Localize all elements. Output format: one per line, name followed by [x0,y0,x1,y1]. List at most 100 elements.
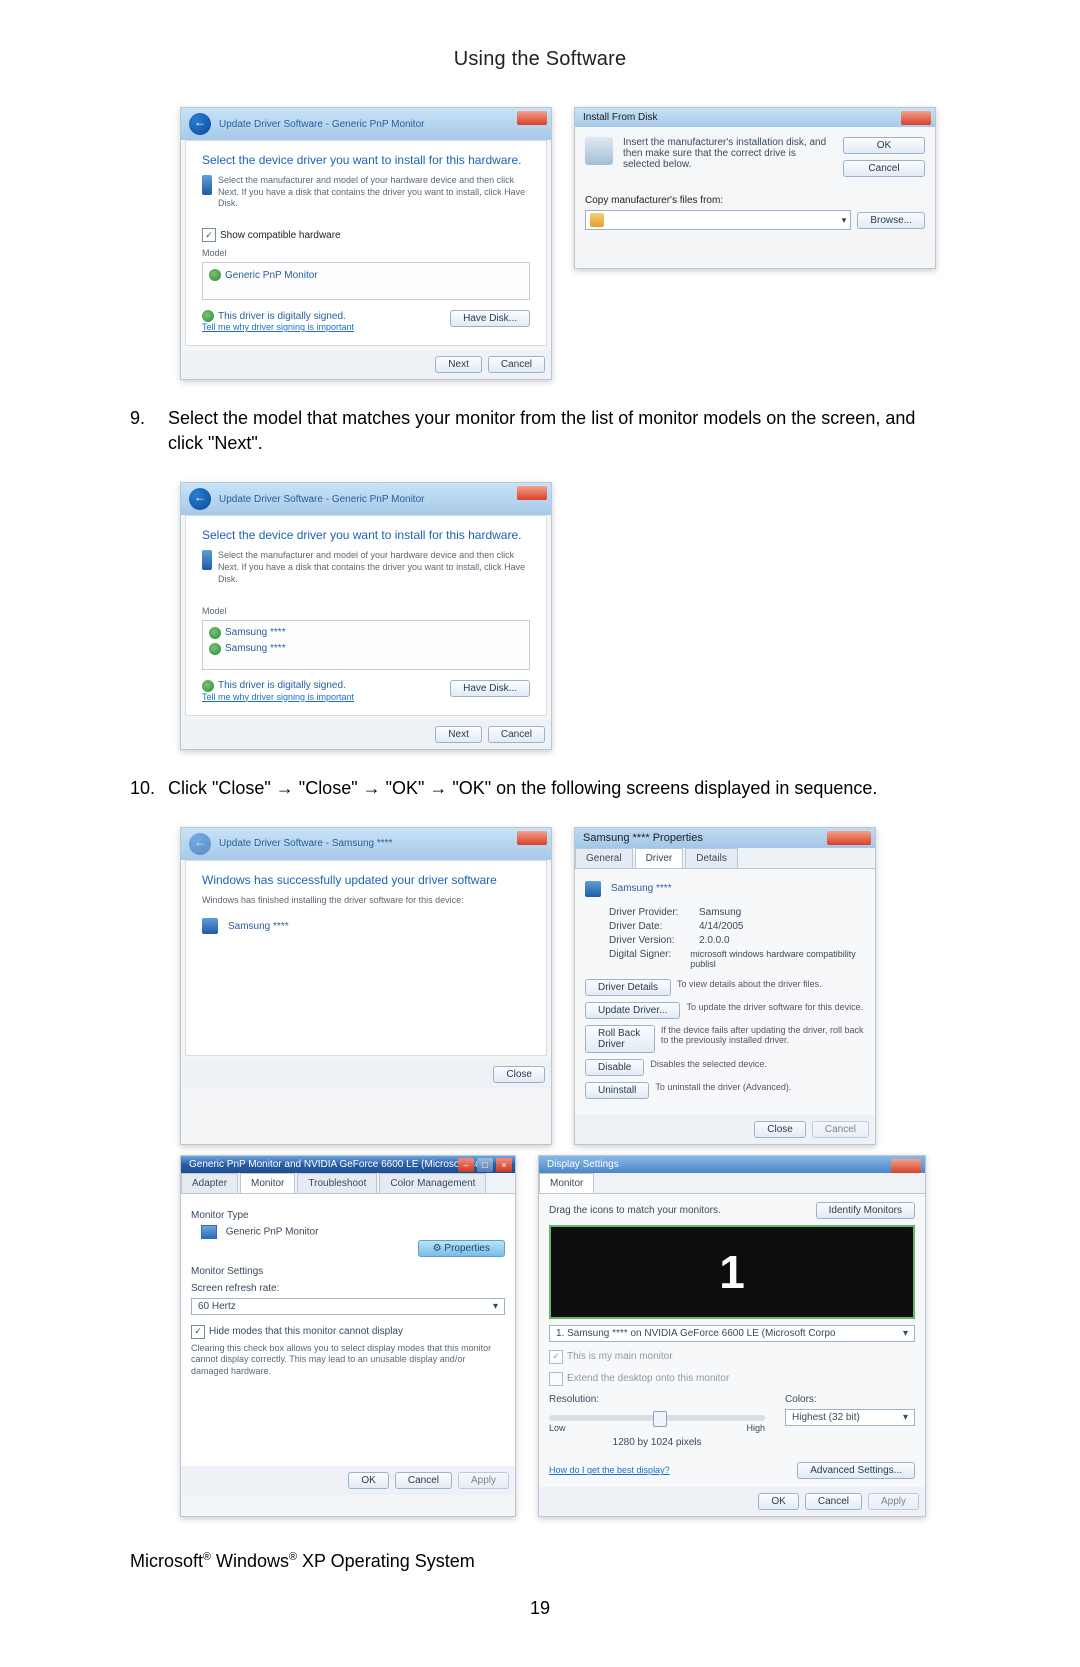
cancel-button[interactable]: Cancel [395,1472,452,1489]
driver-details-button[interactable]: Driver Details [585,979,671,996]
disk-icon [585,137,613,165]
model-item[interactable]: Samsung **** [209,625,523,641]
cancel-button[interactable]: Cancel [805,1493,862,1510]
next-button[interactable]: Next [435,356,482,373]
model-item[interactable]: Generic PnP Monitor [209,267,523,283]
driver-provider-value: Samsung [699,907,741,918]
chip-icon [585,881,601,897]
browse-button[interactable]: Browse... [857,212,925,229]
copy-from-label: Copy manufacturer's files from: [585,195,925,206]
display-settings-dialog: Display Settings Monitor Drag the icons … [538,1155,926,1517]
dialog-title: Generic PnP Monitor and NVIDIA GeForce 6… [189,1159,489,1170]
monitor-preview[interactable]: 1 [549,1225,915,1319]
chip-icon [202,175,212,195]
advanced-settings-button[interactable]: Advanced Settings... [797,1462,915,1479]
disable-button[interactable]: Disable [585,1059,644,1076]
checkbox-label: Extend the desktop onto this monitor [567,1373,729,1384]
step-10: 10. Click "Close" → "Close" → "OK" → "OK… [130,776,950,801]
slider-low: Low [549,1423,566,1433]
chip-icon [202,918,218,934]
driver-date-value: 4/14/2005 [699,921,744,932]
signed-label: This driver is digitally signed. [218,680,346,691]
path-input[interactable]: ▾ [585,210,851,230]
minimize-icon[interactable]: – [458,1158,474,1172]
tab-driver[interactable]: Driver [635,848,684,868]
help-link[interactable]: How do I get the best display? [549,1465,670,1475]
apply-button[interactable]: Apply [458,1472,509,1489]
wizard-body: Select the manufacturer and model of you… [218,550,530,585]
update-driver-button[interactable]: Update Driver... [585,1002,680,1019]
cancel-button[interactable]: Cancel [488,356,545,373]
update-driver-wizard-2: Update Driver Software - Generic PnP Mon… [180,482,552,749]
cancel-button[interactable]: Cancel [488,726,545,743]
close-icon[interactable] [517,831,547,845]
back-icon[interactable] [189,113,211,135]
drag-text: Drag the icons to match your monitors. [549,1205,721,1216]
monitor-number: 1 [719,1245,745,1299]
monitor-icon [209,643,221,655]
breadcrumb: Update Driver Software - Samsung **** [219,838,392,849]
tab-color-management[interactable]: Color Management [379,1173,486,1193]
back-icon[interactable] [189,488,211,510]
dialog-title: Display Settings [547,1159,619,1170]
shield-icon [202,680,214,692]
close-button[interactable]: Close [754,1121,806,1138]
maximize-icon[interactable]: □ [477,1158,493,1172]
tab-general[interactable]: General [575,848,633,868]
have-disk-button[interactable]: Have Disk... [450,680,530,697]
monitor-icon [209,269,221,281]
ok-button[interactable]: OK [758,1493,798,1510]
apply-button[interactable]: Apply [868,1493,919,1510]
model-list: Generic PnP Monitor [202,262,530,300]
dropdown-icon: ▾ [493,1301,498,1312]
dialog-title: Samsung **** Properties [583,832,703,844]
tab-troubleshoot[interactable]: Troubleshoot [297,1173,377,1193]
signing-link[interactable]: Tell me why driver signing is important [202,322,354,332]
driver-properties-dialog: Samsung **** Properties General Driver D… [574,827,876,1145]
show-compatible-checkbox[interactable]: ✓ Show compatible hardware [202,228,530,242]
footer-text: Microsoft® Windows® XP Operating System [130,1551,950,1572]
install-from-disk-dialog: Install From Disk Insert the manufacture… [574,107,936,269]
properties-button[interactable]: ⚙ Properties [418,1240,505,1257]
close-icon[interactable] [827,831,871,845]
ok-button[interactable]: OK [348,1472,388,1489]
close-icon[interactable] [891,1159,921,1173]
checkbox-label: Show compatible hardware [220,230,341,241]
dropdown-icon[interactable]: ▾ [842,215,847,226]
resolution-slider[interactable] [549,1415,765,1421]
next-button[interactable]: Next [435,726,482,743]
signing-link[interactable]: Tell me why driver signing is important [202,692,354,702]
colors-select[interactable]: Highest (32 bit)▾ [785,1409,915,1426]
monitor-select[interactable]: 1. Samsung **** on NVIDIA GeForce 6600 L… [549,1325,915,1342]
wizard-body: Windows has finished installing the driv… [202,895,530,907]
monitor-type-value: Generic PnP Monitor [226,1226,319,1237]
step-body: Select the model that matches your monit… [168,406,950,456]
tab-adapter[interactable]: Adapter [181,1173,238,1193]
have-disk-button[interactable]: Have Disk... [450,310,530,327]
wizard-heading: Select the device driver you want to ins… [202,528,530,542]
rollback-driver-button[interactable]: Roll Back Driver [585,1025,655,1053]
close-icon[interactable]: × [496,1158,512,1172]
close-icon[interactable] [517,111,547,125]
identify-monitors-button[interactable]: Identify Monitors [816,1202,915,1219]
close-button[interactable]: Close [493,1066,545,1083]
refresh-rate-select[interactable]: 60 Hertz▾ [191,1298,505,1315]
rollback-driver-desc: If the device fails after updating the d… [661,1025,865,1045]
hide-modes-checkbox[interactable]: ✓ Hide modes that this monitor cannot di… [191,1325,505,1339]
page-number: 19 [130,1598,950,1619]
cancel-button[interactable]: Cancel [843,160,925,177]
tab-details[interactable]: Details [685,848,738,868]
breadcrumb: Update Driver Software - Generic PnP Mon… [219,494,424,505]
panel-label: Model [202,606,530,616]
signed-label: This driver is digitally signed. [218,311,346,322]
close-icon[interactable] [517,486,547,500]
step-body: Click "Close" → "Close" → "OK" → "OK" on… [168,776,877,801]
ok-button[interactable]: OK [843,137,925,154]
model-item[interactable]: Samsung **** [209,641,523,657]
cancel-button[interactable]: Cancel [812,1121,869,1138]
uninstall-button[interactable]: Uninstall [585,1082,649,1099]
close-icon[interactable] [901,111,931,125]
tab-monitor[interactable]: Monitor [539,1173,594,1193]
disable-desc: Disables the selected device. [650,1059,767,1069]
tab-monitor[interactable]: Monitor [240,1173,295,1193]
